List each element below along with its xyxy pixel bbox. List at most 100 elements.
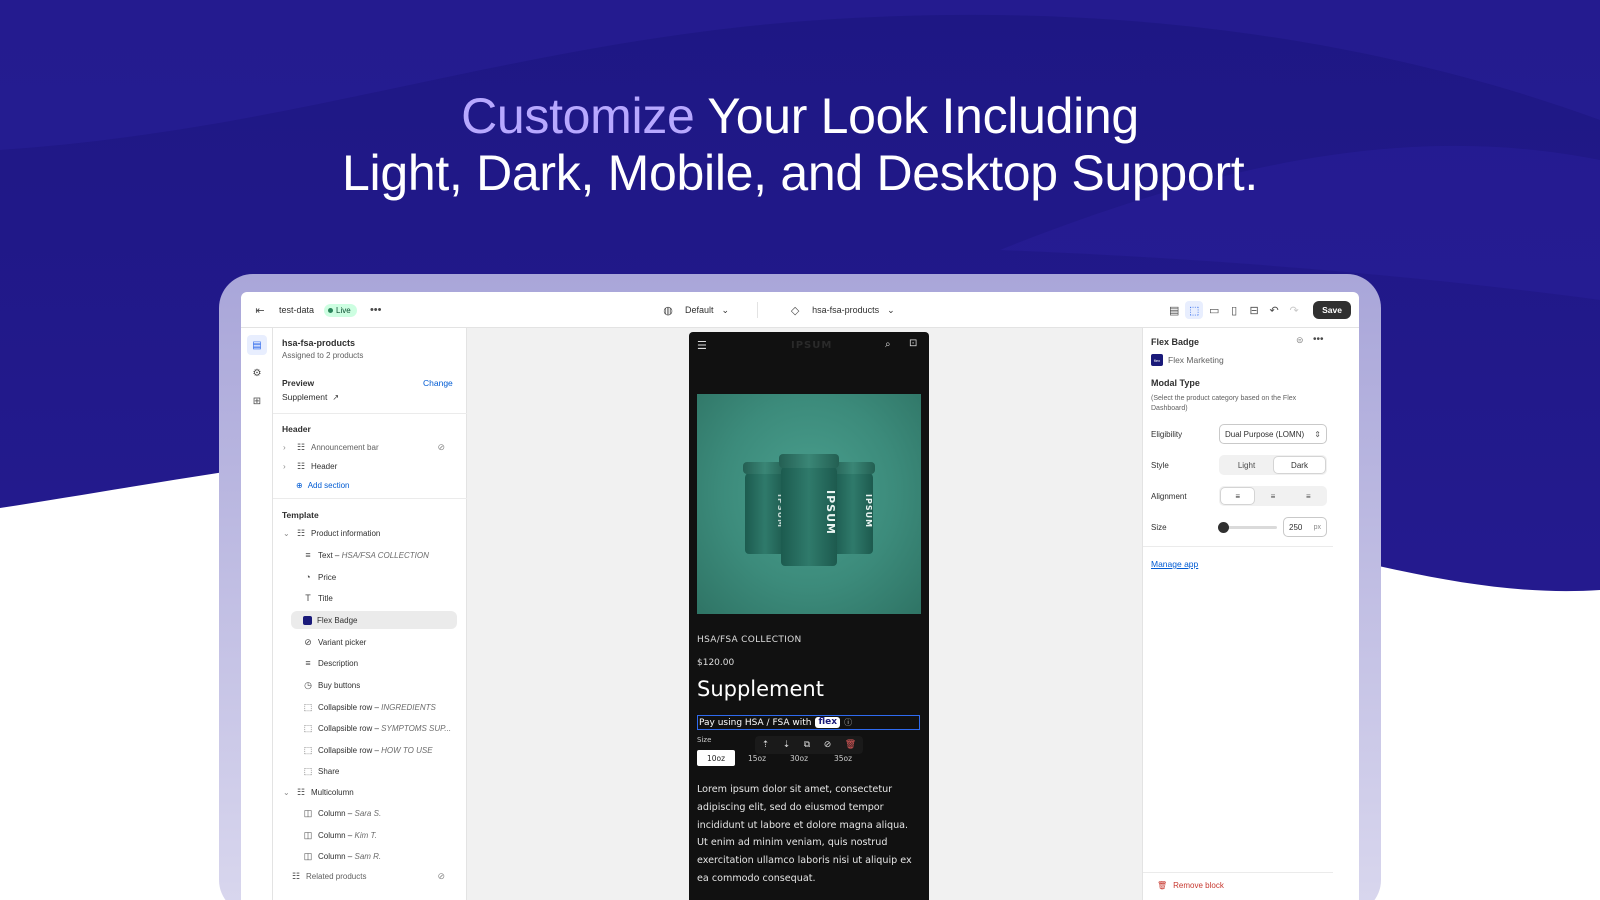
block-collapsible-row[interactable]: ⬚ Collapsible row – INGREDIENTS xyxy=(303,698,436,716)
jar-label: IPSUM xyxy=(864,494,873,529)
tree-item-product-information[interactable]: ⌄ ☷ Product information xyxy=(283,524,380,542)
text-lines-icon: ≡ xyxy=(305,658,311,668)
settings-gear-icon[interactable]: ⚙ xyxy=(247,363,267,383)
size-option[interactable]: 10oz xyxy=(697,750,735,766)
select-cursor-icon[interactable]: ⬚ xyxy=(1185,301,1204,319)
preview-change-link[interactable]: Change xyxy=(423,378,453,388)
block-variant-picker[interactable]: ⊘ Variant picker xyxy=(303,633,366,651)
hide-eye-icon[interactable]: ⊘ xyxy=(824,740,832,750)
block-toolbar: ⇡ ⇣ ⧉ ⊘ 🗑 xyxy=(755,736,863,754)
block-flex-badge[interactable]: Flex Badge xyxy=(291,611,457,629)
move-up-icon[interactable]: ⇡ xyxy=(762,740,770,750)
remove-block-button[interactable]: 🗑 Remove block xyxy=(1157,881,1224,890)
sections-sidebar: hsa-fsa-products Assigned to 2 products … xyxy=(273,328,467,900)
preview-product[interactable]: Supplement ↗ xyxy=(282,392,339,402)
modal-type-heading: Modal Type xyxy=(1151,378,1200,388)
add-section-button[interactable]: ⊕ Add section xyxy=(296,476,350,494)
store-logo[interactable]: IPSUM xyxy=(791,340,832,351)
style-dark-option[interactable]: Dark xyxy=(1274,457,1325,473)
exit-icon[interactable]: ⇤ xyxy=(251,301,269,319)
section-icon: ☷ xyxy=(291,870,301,881)
apps-icon[interactable]: ⊞ xyxy=(247,391,267,411)
jar-graphic: IPSUM xyxy=(831,462,875,554)
hidden-eye-icon[interactable]: ⊘ xyxy=(437,442,445,453)
block-label: Title xyxy=(318,593,333,603)
block-price[interactable]: ◔ Price xyxy=(303,568,336,586)
section-icon: ☷ xyxy=(296,786,306,797)
section-icon: ☷ xyxy=(296,441,306,452)
add-section-label: Add section xyxy=(307,480,350,490)
block-detail: Sam R. xyxy=(354,851,382,861)
tree-item-header[interactable]: › ☷ Header xyxy=(283,457,337,475)
block-collapsible-row[interactable]: ⬚ Collapsible row – HOW TO USE xyxy=(303,741,433,759)
eligibility-label: Eligibility xyxy=(1151,430,1183,439)
align-left-icon[interactable]: ≡ xyxy=(1221,488,1255,504)
tree-item-multicolumn[interactable]: ⌄ ☷ Multicolumn xyxy=(283,783,354,801)
delete-icon[interactable]: 🗑 xyxy=(845,740,856,750)
remove-block-label: Remove block xyxy=(1173,881,1224,890)
block-share[interactable]: ⬚ Share xyxy=(303,762,340,780)
block-column[interactable]: ◫ Column – Kim T. xyxy=(303,826,377,844)
block-label: Column xyxy=(318,851,346,861)
block-title[interactable]: T Title xyxy=(303,589,333,607)
block-label: Collapsible row xyxy=(318,702,373,712)
align-center-icon[interactable]: ≡ xyxy=(1256,488,1289,504)
block-column[interactable]: ◫ Column – Sam R. xyxy=(303,847,381,865)
app-name: Flex Marketing xyxy=(1168,355,1224,365)
template-select[interactable]: ◇ hsa-fsa-products ⌄ xyxy=(786,301,895,319)
align-right-icon[interactable]: ≡ xyxy=(1292,488,1325,504)
fullwidth-view-icon[interactable]: ⊟ xyxy=(1245,301,1263,319)
jar-label: IPSUM xyxy=(745,494,785,528)
more-icon[interactable]: ••• xyxy=(367,301,385,319)
block-column[interactable]: ◫ Column – Sara S. xyxy=(303,804,381,822)
tree-item-label: Product information xyxy=(311,528,381,538)
size-input[interactable]: 250 px xyxy=(1283,517,1327,537)
tree-item-related-products[interactable]: ☷ Related products ⊘ xyxy=(291,867,457,885)
block-detail: Sara S. xyxy=(354,808,382,818)
headline-accent: Customize xyxy=(461,88,695,144)
divider xyxy=(273,498,467,499)
product-collection: HSA/FSA COLLECTION xyxy=(697,635,802,645)
flex-badge-block[interactable]: Pay using HSA / FSA with flex ⓘ xyxy=(697,715,920,730)
more-icon[interactable]: ••• xyxy=(1313,334,1324,345)
text-lines-icon: ≡ xyxy=(305,550,311,560)
sections-icon[interactable]: ▤ xyxy=(247,335,267,355)
desktop-view-icon[interactable]: ▭ xyxy=(1205,301,1223,319)
database-icon[interactable]: ⊜ xyxy=(1296,335,1304,346)
duplicate-icon[interactable]: ⧉ xyxy=(804,740,810,750)
eligibility-select[interactable]: Dual Purpose (LOMN) ⇕ xyxy=(1219,424,1327,444)
inspector-icon[interactable]: ▤ xyxy=(1165,301,1183,319)
tree-item-announcement-bar[interactable]: › ☷ Announcement bar ⊘ xyxy=(283,438,457,456)
live-dot-icon xyxy=(328,307,334,313)
block-description[interactable]: ≡ Description xyxy=(303,654,358,672)
alignment-toggle: ≡ ≡ ≡ xyxy=(1219,486,1327,506)
size-slider-track[interactable] xyxy=(1223,526,1277,529)
undo-icon[interactable]: ↶ xyxy=(1265,301,1283,319)
column-icon: ◫ xyxy=(303,850,313,861)
size-slider-handle[interactable] xyxy=(1218,522,1229,533)
block-collapsible-row[interactable]: ⬚ Collapsible row – SYMPTOMS SUP... xyxy=(303,719,451,737)
move-down-icon[interactable]: ⇣ xyxy=(783,740,791,750)
block-text[interactable]: ≡ Text – HSA/FSA COLLECTION xyxy=(303,546,429,564)
collapsible-icon: ⬚ xyxy=(303,744,313,755)
manage-app-link[interactable]: Manage app xyxy=(1151,559,1198,569)
save-button[interactable]: Save xyxy=(1313,301,1351,319)
block-label: Collapsible row xyxy=(318,723,373,733)
hidden-eye-icon[interactable]: ⊘ xyxy=(437,871,445,882)
chevron-right-icon: › xyxy=(283,461,286,471)
style-light-option[interactable]: Light xyxy=(1221,457,1272,473)
redo-icon[interactable]: ↷ xyxy=(1285,301,1303,319)
chevron-down-icon: ⌄ xyxy=(887,304,895,315)
cart-icon[interactable]: ⊡ xyxy=(909,338,917,349)
block-buy-buttons[interactable]: ◷ Buy buttons xyxy=(303,676,360,694)
info-icon[interactable]: ⓘ xyxy=(844,717,852,728)
search-icon[interactable]: ⌕ xyxy=(885,339,891,350)
tree-item-label: Multicolumn xyxy=(311,787,354,797)
theme-select[interactable]: ◍ Default ⌄ xyxy=(659,301,729,319)
headline-line-2: Light, Dark, Mobile, and Desktop Support… xyxy=(342,145,1258,201)
hamburger-menu-icon[interactable]: ☰ xyxy=(697,339,707,352)
mobile-view-icon[interactable]: ▯ xyxy=(1225,301,1243,319)
preview-product-name: Supplement xyxy=(282,392,328,402)
block-label: Flex Badge xyxy=(317,615,358,625)
status-badge: Live xyxy=(324,303,357,317)
